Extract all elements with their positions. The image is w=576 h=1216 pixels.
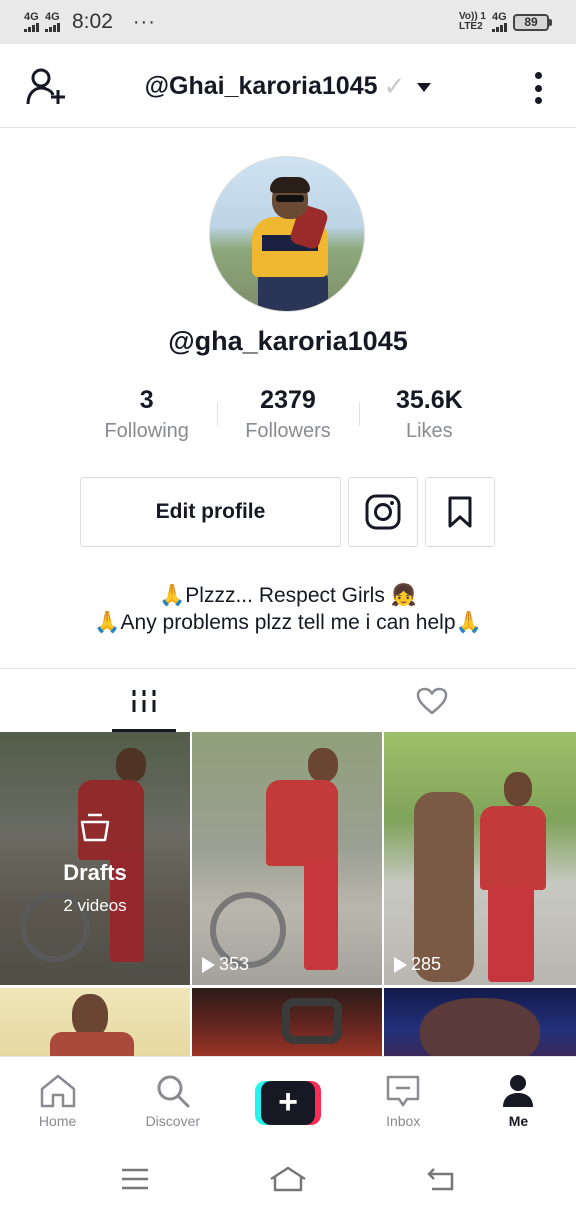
drafts-icon (80, 813, 110, 842)
drafts-overlay (0, 732, 190, 985)
nav-discover[interactable]: Discover (115, 1057, 230, 1142)
drafts-count: 2 videos (63, 896, 127, 915)
video-tile[interactable]: 285 (384, 732, 576, 985)
battery-level: 89 (513, 13, 549, 31)
tab-videos[interactable] (0, 669, 288, 732)
stat-label: Likes (405, 420, 453, 442)
profile-bio: 🙏Plzzz... Respect Girls 👧 🙏Any problems … (0, 582, 576, 636)
profile-stats: 3 Following 2379 Followers 35.6K Likes (76, 384, 500, 448)
nav-me[interactable]: Me (461, 1057, 576, 1142)
tab-liked[interactable] (288, 669, 576, 732)
account-switcher[interactable]: @Ghai_karoria1045 ✓ (0, 71, 576, 102)
status-bar: 4G 4G 8:02 ··· Vo)) 1 LTE2 4G 89 (0, 0, 576, 44)
profile-icon (503, 1075, 534, 1107)
more-vertical-icon (534, 72, 542, 79)
nav-label: Home (38, 1113, 77, 1129)
instagram-icon (365, 494, 401, 530)
stat-value: 2379 (260, 386, 316, 414)
instagram-button[interactable] (348, 477, 418, 547)
more-options-button[interactable] (534, 72, 542, 104)
network-indicator: 4G (492, 12, 507, 32)
bottom-tab-bar: Home Discover + Inbox Me (0, 1056, 576, 1142)
view-count: 353 (202, 954, 249, 975)
avatar[interactable] (209, 156, 365, 312)
bio-line: 🙏Plzzz... Respect Girls 👧 (159, 584, 417, 607)
nav-label: Inbox (386, 1113, 421, 1129)
battery-icon: 89 (513, 13, 552, 31)
drafts-tile[interactable]: Drafts 2 videos (0, 732, 190, 985)
network-label: 4G (492, 11, 507, 23)
stat-label: Following (104, 420, 189, 442)
stat-likes[interactable]: 35.6K Likes (358, 384, 500, 448)
plus-icon: + (261, 1081, 315, 1125)
signal-indicator: 4G (24, 12, 39, 32)
nav-label: Me (508, 1113, 529, 1129)
favorites-button[interactable] (425, 477, 495, 547)
video-grid: Drafts 2 videos 353 285 (0, 732, 576, 1056)
view-count: 285 (394, 954, 441, 975)
home-icon (40, 1074, 75, 1108)
view-count-label: 285 (411, 954, 442, 974)
stat-following[interactable]: 3 Following (76, 384, 217, 448)
stat-value: 35.6K (395, 386, 463, 414)
lte-label: LTE2 (458, 21, 483, 32)
bookmark-icon (448, 496, 472, 528)
volte-indicator: Vo)) 1 LTE2 (459, 12, 486, 32)
profile-header: @Ghai_karoria1045 ✓ (0, 44, 576, 128)
menu-icon[interactable] (120, 1167, 150, 1191)
clock: 8:02 (72, 10, 113, 33)
drafts-title: Drafts (63, 860, 127, 885)
account-name: @Ghai_karoria1045 (144, 72, 378, 100)
more-notifications-icon: ··· (132, 10, 156, 33)
search-icon (157, 1075, 190, 1108)
signal-indicator-2: 4G (45, 12, 60, 32)
video-tile[interactable] (0, 988, 190, 1056)
stat-label: Followers (245, 420, 331, 442)
video-tile[interactable]: 353 (192, 732, 382, 985)
grid-icon (132, 689, 156, 712)
video-tile[interactable] (192, 988, 382, 1056)
create-video-button[interactable]: + (255, 1081, 321, 1125)
signal-label: 4G (24, 11, 39, 23)
play-icon (394, 956, 407, 973)
nav-inbox[interactable]: Inbox (346, 1057, 461, 1142)
play-icon (202, 956, 215, 973)
edit-profile-button[interactable]: Edit profile (80, 477, 341, 547)
username: @gha_karoria1045 (168, 326, 408, 356)
checkmark-icon: ✓ (383, 71, 406, 101)
avatar-image (250, 177, 330, 311)
bio-line: 🙏Any problems plzz tell me i can help🙏 (94, 611, 482, 634)
nav-label: Discover (145, 1113, 201, 1129)
content-tabs (0, 668, 576, 732)
inbox-icon (386, 1075, 420, 1107)
nav-create[interactable]: + (230, 1057, 345, 1142)
heart-icon (416, 687, 448, 714)
video-tile[interactable] (384, 988, 576, 1056)
signal-bars-icon (492, 23, 507, 32)
signal-bars-icon (45, 23, 60, 32)
signal-bars-icon (24, 23, 39, 32)
system-navigation (0, 1142, 576, 1216)
home-button-icon[interactable] (269, 1165, 307, 1193)
signal-label-2: 4G (45, 11, 60, 23)
nav-home[interactable]: Home (0, 1057, 115, 1142)
stat-followers[interactable]: 2379 Followers (217, 384, 358, 448)
view-count-label: 353 (219, 954, 250, 974)
chevron-down-icon (417, 83, 432, 92)
stat-value: 3 (139, 386, 154, 414)
back-icon[interactable] (426, 1166, 456, 1192)
